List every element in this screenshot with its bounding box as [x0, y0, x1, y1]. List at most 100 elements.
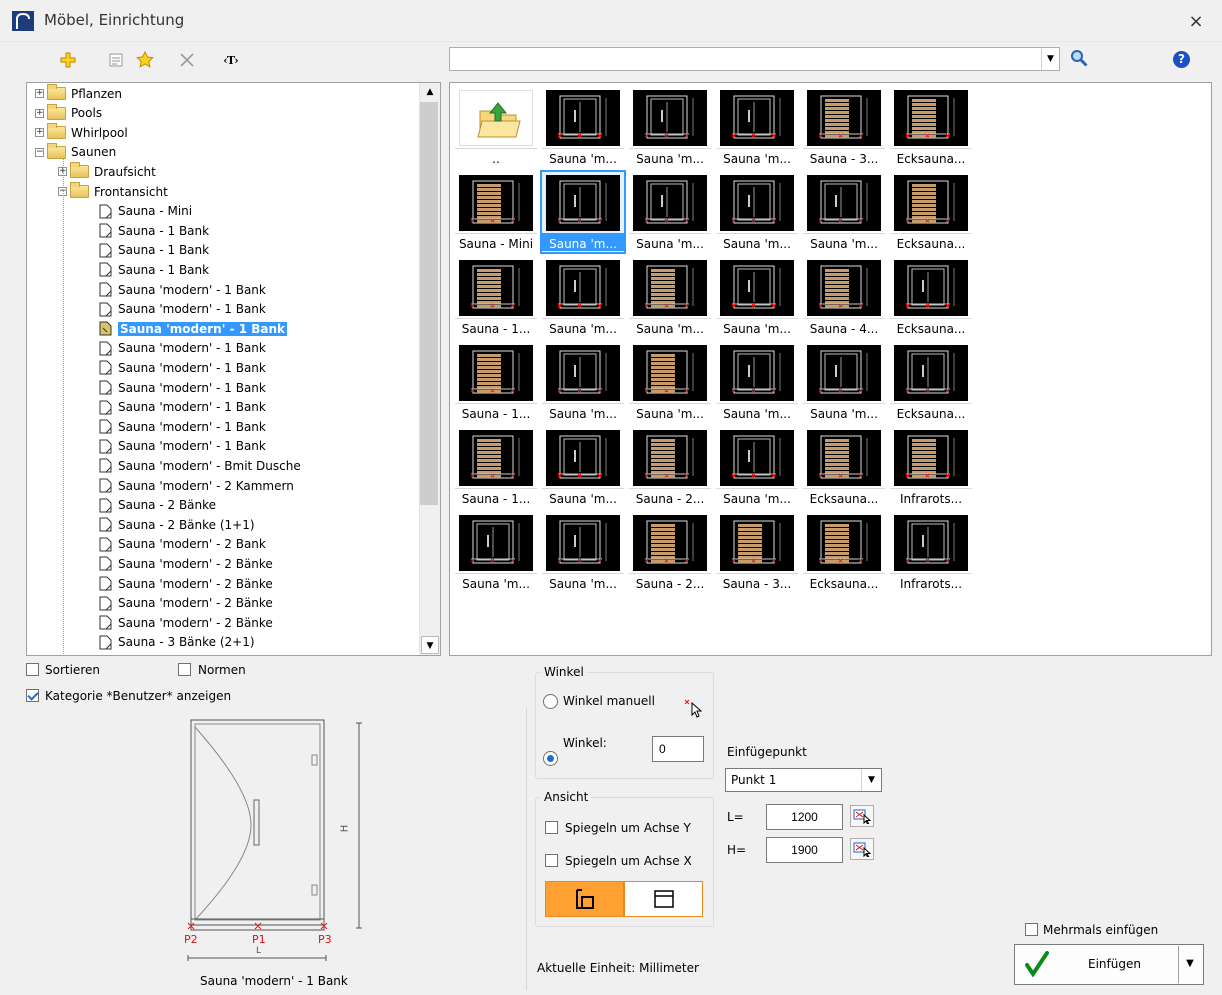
sort-checkbox[interactable]	[26, 663, 39, 679]
symbol-tile[interactable]: Sauna 'm...	[716, 257, 798, 337]
tree-folder-item[interactable]: + Draufsicht	[58, 162, 156, 181]
tree-item[interactable]: Sauna 'modern' - 1 Bank	[99, 437, 266, 456]
insert-dropdown-icon[interactable]: ▼	[1181, 955, 1199, 973]
expand-icon[interactable]: +	[35, 89, 44, 98]
symbol-tile[interactable]: Sauna 'm...	[716, 427, 798, 507]
angle-fixed-radio[interactable]	[543, 751, 558, 766]
tree-item[interactable]: Sauna 'modern' - 1 Bank	[99, 300, 266, 319]
tree-item[interactable]: Sauna 'modern' - 2 Bänke	[99, 574, 273, 593]
symbol-tile[interactable]: Sauna - Mini	[455, 172, 537, 252]
insert-point-dropdown-icon[interactable]: ▼	[861, 769, 881, 791]
details-view-icon[interactable]	[104, 48, 128, 72]
tree-item[interactable]: Sauna - 1 Bank	[99, 260, 209, 279]
symbol-tile[interactable]: Sauna 'm...	[716, 172, 798, 252]
symbol-tile[interactable]: Sauna - 4...	[803, 257, 885, 337]
symbol-tile[interactable]: Sauna - 1...	[455, 427, 537, 507]
expand-icon[interactable]: +	[35, 128, 44, 138]
tree-folder-item[interactable]: + Pflanzen	[35, 84, 122, 103]
symbol-tile[interactable]: Ecksauna...	[890, 87, 972, 167]
top-view-toggle[interactable]	[624, 881, 703, 917]
tree-item[interactable]: Sauna - 3 Bänke (2+1)	[99, 633, 255, 652]
tree-item[interactable]: Sauna - 2 Bänke	[99, 496, 216, 515]
symbol-tile[interactable]: Sauna - 2...	[629, 512, 711, 592]
tree-item[interactable]: Sauna 'modern' - 1 Bank	[99, 398, 266, 417]
cursor-pick-icon[interactable]	[684, 699, 704, 719]
collapse-icon[interactable]: −	[35, 147, 44, 157]
tree-item[interactable]: Sauna 'modern' - 1 Bank	[99, 358, 266, 377]
symbol-tile[interactable]: Sauna 'm...	[542, 257, 624, 337]
symbol-tile[interactable]: Sauna 'm...	[540, 170, 626, 254]
symbol-tile[interactable]: Sauna - 3...	[803, 87, 885, 167]
angle-manual-radio[interactable]	[543, 694, 558, 709]
scroll-thumb[interactable]	[420, 102, 438, 505]
symbol-tile[interactable]: Sauna 'm...	[629, 342, 711, 422]
length-pick-button[interactable]	[850, 805, 874, 827]
scroll-down-button[interactable]: ▼	[421, 636, 439, 654]
height-pick-button[interactable]	[850, 838, 874, 860]
multi-insert-checkbox[interactable]	[1025, 923, 1038, 939]
symbol-tile[interactable]: Sauna - 2...	[629, 427, 711, 507]
symbol-tile[interactable]: Sauna 'm...	[629, 87, 711, 167]
tree-item[interactable]: Sauna 'modern' - 2 Bank	[99, 535, 266, 554]
symbol-tile[interactable]: Sauna 'm...	[542, 427, 624, 507]
tree-item[interactable]: Sauna 'modern' - 1 Bank	[99, 417, 266, 436]
expand-icon[interactable]: +	[35, 108, 44, 118]
tree-item[interactable]: Sauna 'modern' - 2 Bänke	[99, 554, 273, 573]
symbol-tile[interactable]: Sauna 'm...	[455, 512, 537, 592]
symbol-tile[interactable]: Ecksauna...	[890, 257, 972, 337]
delete-icon[interactable]	[175, 48, 199, 72]
symbol-tile[interactable]: Sauna 'm...	[629, 257, 711, 337]
symbol-tile[interactable]: Sauna 'm...	[716, 87, 798, 167]
symbol-tile[interactable]: Ecksauna...	[803, 512, 885, 592]
tree-item[interactable]: Sauna - 1 Bank	[99, 221, 209, 240]
symbol-tile[interactable]: Sauna 'm...	[629, 172, 711, 252]
symbol-grid[interactable]: .. Sauna 'm... Sauna 'm... Sauna 'm... Sauna…	[449, 82, 1212, 656]
tree-folder-item[interactable]: − Frontansicht	[58, 182, 168, 201]
tree-item[interactable]: Sauna 'modern' - 2 Bänke	[99, 613, 273, 632]
tree-item[interactable]: Sauna 'modern' - Bmit Dusche	[99, 456, 301, 475]
tree-folder-item[interactable]: − Saunen	[35, 142, 116, 162]
tree-item[interactable]: Sauna 'modern' - 2 Bänke	[99, 594, 273, 613]
tree-item[interactable]: Sauna - 2 Bänke (1+1)	[99, 515, 255, 534]
tree-item[interactable]: Sauna - Mini	[99, 202, 192, 221]
front-view-toggle[interactable]	[545, 881, 624, 917]
tree-item[interactable]: Sauna 'modern' - 1 Bank	[99, 280, 266, 299]
tree-item[interactable]: Sauna 'modern' - 1 Bank	[99, 378, 266, 397]
symbol-tile[interactable]: Sauna 'm...	[542, 87, 624, 167]
add-icon[interactable]	[56, 48, 80, 72]
tree-item[interactable]: Sauna 'modern' - 2 Kammern	[99, 476, 294, 495]
tree-item[interactable]: Sauna - 1 Bank	[99, 241, 209, 260]
symbol-tile[interactable]: Ecksauna...	[890, 342, 972, 422]
symbol-tile[interactable]: Sauna 'm...	[542, 512, 624, 592]
mirror-x-checkbox[interactable]	[545, 854, 558, 870]
symbol-tile[interactable]: Sauna - 3...	[716, 512, 798, 592]
norms-checkbox[interactable]	[178, 663, 191, 679]
text-tag-icon[interactable]: ‹T›	[219, 48, 243, 72]
tree-folder-item[interactable]: + Whirlpool	[35, 123, 128, 142]
favorite-star-icon[interactable]	[133, 48, 157, 72]
search-dropdown-icon[interactable]: ▼	[1041, 48, 1059, 70]
tree-item[interactable]: Sauna 'modern' - 1 Bank	[99, 339, 266, 358]
symbol-tile[interactable]: Infrarots...	[890, 512, 972, 592]
search-icon[interactable]	[1068, 48, 1090, 70]
search-input[interactable]	[449, 47, 1060, 71]
mirror-y-checkbox[interactable]	[545, 821, 558, 837]
scroll-up-button[interactable]: ▲	[421, 84, 439, 101]
symbol-tile[interactable]: Sauna 'm...	[716, 342, 798, 422]
insert-point-select[interactable]: Punkt 1	[725, 768, 882, 792]
help-icon[interactable]: ?	[1173, 51, 1190, 68]
symbol-tile[interactable]: Ecksauna...	[803, 427, 885, 507]
symbol-tile[interactable]: Sauna - 1...	[455, 342, 537, 422]
symbol-tile[interactable]: Ecksauna...	[890, 172, 972, 252]
symbol-tile[interactable]: Sauna - 1...	[455, 257, 537, 337]
symbol-tile[interactable]: Sauna 'm...	[803, 342, 885, 422]
category-tree[interactable]: + Pflanzen + Pools + Whirlpool − Saunen + Draufsi…	[26, 82, 441, 656]
show-user-category-checkbox[interactable]	[26, 689, 39, 705]
symbol-tile[interactable]: Infrarots...	[890, 427, 972, 507]
close-button[interactable]: ×	[1183, 10, 1209, 34]
angle-value-input[interactable]	[652, 736, 704, 762]
length-input[interactable]	[766, 804, 843, 830]
symbol-tile[interactable]: Sauna 'm...	[542, 342, 624, 422]
height-input[interactable]	[766, 837, 843, 863]
symbol-tile[interactable]: Sauna 'm...	[803, 172, 885, 252]
